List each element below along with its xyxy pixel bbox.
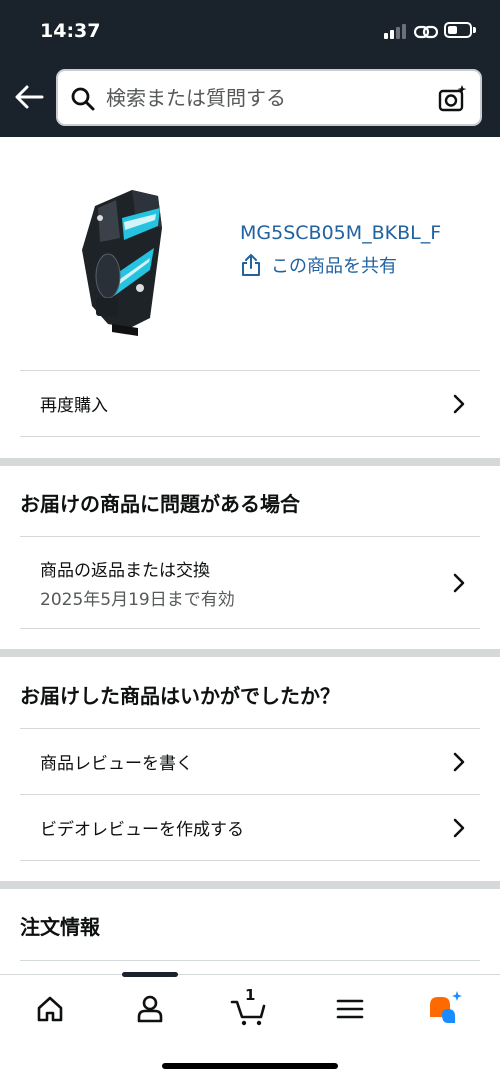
- section-divider: [0, 649, 500, 657]
- home-icon[interactable]: [30, 989, 70, 1029]
- row-divider: [20, 960, 480, 961]
- row-divider: [20, 860, 480, 861]
- chevron-right-icon: [453, 818, 465, 837]
- buy-again-label: 再度購入: [40, 396, 108, 416]
- cart-count-badge: 1: [245, 986, 256, 1004]
- battery-icon: [444, 22, 476, 38]
- menu-icon[interactable]: [330, 989, 370, 1029]
- section-divider: [0, 458, 500, 466]
- home-indicator: [162, 1063, 338, 1069]
- status-time: 14:37: [40, 20, 101, 42]
- buy-again-row[interactable]: 再度購入: [20, 370, 480, 436]
- video-review-row[interactable]: ビデオレビューを作成する: [20, 794, 480, 860]
- product-image[interactable]: [70, 178, 180, 338]
- row-divider: [20, 628, 480, 629]
- write-review-label: 商品レビューを書く: [40, 754, 193, 774]
- chevron-right-icon: [453, 573, 465, 592]
- problem-section-title: お届けの商品に問題がある場合: [20, 492, 300, 516]
- return-exchange-text: 商品の返品または交換 2025年5月19日まで有効: [40, 556, 235, 610]
- rufus-icon[interactable]: [428, 989, 468, 1029]
- write-review-row[interactable]: 商品レビューを書く: [20, 728, 480, 794]
- return-deadline-text: 2025年5月19日まで有効: [40, 589, 235, 610]
- video-review-label: ビデオレビューを作成する: [40, 820, 244, 840]
- search-icon: [71, 87, 95, 111]
- row-divider: [20, 436, 480, 437]
- camera-search-icon[interactable]: [438, 84, 468, 114]
- chevron-right-icon: [453, 752, 465, 771]
- search-input[interactable]: [106, 80, 426, 116]
- signal-icon: [384, 23, 406, 39]
- share-label: この商品を共有: [271, 256, 397, 277]
- personal-hotspot-icon: [414, 25, 438, 39]
- search-bar[interactable]: [56, 69, 482, 126]
- active-tab-indicator: [122, 972, 178, 977]
- return-exchange-row[interactable]: 商品の返品または交換 2025年5月19日まで有効: [20, 536, 480, 628]
- share-product-link[interactable]: この商品を共有: [240, 251, 397, 279]
- app-header: 14:37: [0, 0, 500, 137]
- account-icon[interactable]: [130, 989, 170, 1029]
- review-section-title: お届けした商品はいかがでしたか？: [20, 684, 340, 708]
- product-asin-link[interactable]: MG5SCB05M_BKBL_F: [240, 222, 441, 244]
- back-arrow-icon[interactable]: [12, 80, 46, 114]
- chevron-right-icon: [453, 394, 465, 413]
- return-exchange-label: 商品の返品または交換: [40, 560, 210, 581]
- order-info-title: 注文情報: [20, 915, 100, 939]
- section-divider: [0, 881, 500, 889]
- share-icon: [242, 254, 260, 276]
- status-icons: [384, 20, 476, 42]
